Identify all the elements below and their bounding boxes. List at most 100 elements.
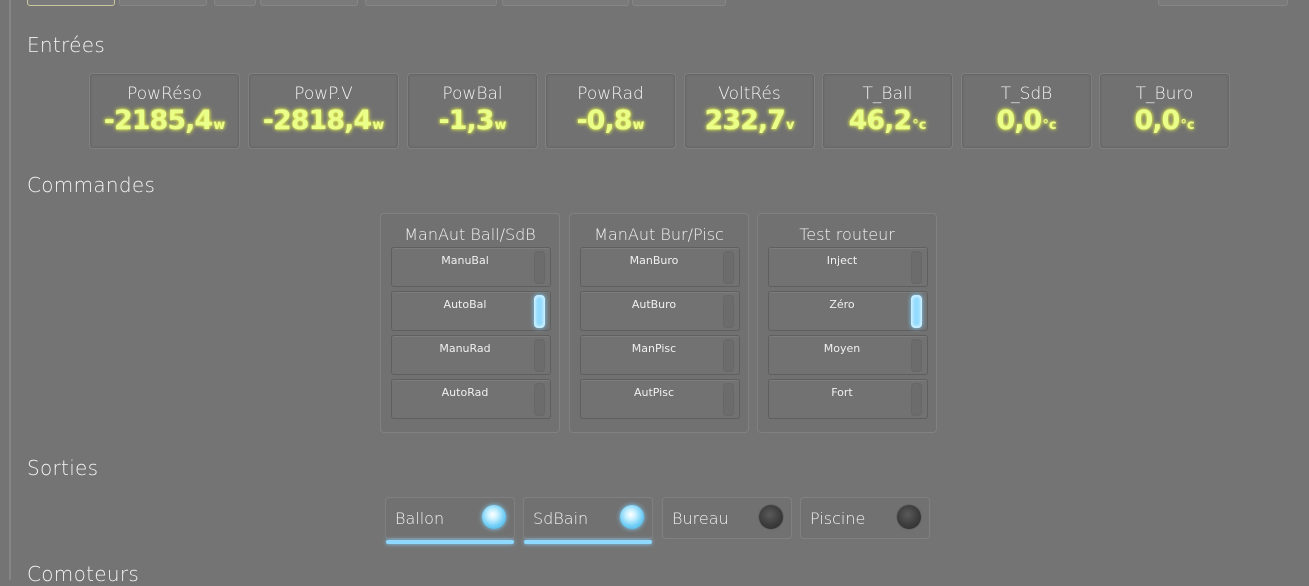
gauge-powreso: PowRéso -2185,4w bbox=[89, 73, 240, 149]
gauge-label: PowRéso bbox=[127, 84, 202, 104]
output-label: SdBain bbox=[533, 509, 589, 528]
gauge-powbal: PowBal -1,3w bbox=[407, 73, 538, 149]
command-button-autburo[interactable]: AutBuro bbox=[580, 291, 740, 331]
command-button-label: ManuBal bbox=[441, 254, 489, 267]
section-title-inputs: Entrées bbox=[27, 33, 106, 57]
gauge-value: -1,3w bbox=[438, 105, 507, 136]
gauge-powrad: PowRad -0,8w bbox=[545, 73, 676, 149]
gauge-t-ball: T_Ball 46,2°c bbox=[822, 73, 953, 149]
command-button-inject[interactable]: Inject bbox=[768, 247, 928, 287]
output-toggle-ballon[interactable]: Ballon bbox=[385, 497, 515, 544]
command-button-label: Inject bbox=[826, 254, 858, 267]
status-led-icon bbox=[620, 505, 644, 529]
output-toggle-bureau[interactable]: Bureau bbox=[662, 497, 792, 539]
status-led-icon bbox=[897, 505, 921, 529]
top-nav-button[interactable] bbox=[502, 0, 629, 6]
gauge-label: PowBal bbox=[442, 84, 503, 104]
indicator-light bbox=[911, 383, 922, 416]
command-button-label: ManBuro bbox=[629, 254, 679, 267]
top-nav-button[interactable] bbox=[27, 0, 115, 6]
active-underline bbox=[386, 540, 514, 544]
command-button-label: AutoRad bbox=[441, 386, 489, 399]
top-nav-button[interactable] bbox=[119, 0, 207, 6]
gauge-value: -2818,4w bbox=[262, 105, 385, 136]
gauge-voltres: VoltRés 232,7v bbox=[684, 73, 815, 149]
indicator-light bbox=[723, 251, 734, 284]
top-nav-button[interactable] bbox=[365, 0, 497, 6]
output-toggle-sdbain[interactable]: SdBain bbox=[523, 497, 653, 544]
top-nav-button[interactable] bbox=[1158, 0, 1288, 6]
output-label: Ballon bbox=[395, 509, 445, 528]
indicator-light bbox=[534, 339, 545, 372]
top-nav-button[interactable] bbox=[214, 0, 256, 6]
gauge-unit: v bbox=[785, 118, 795, 133]
command-button-manpisc[interactable]: ManPisc bbox=[580, 335, 740, 375]
command-button-fort[interactable]: Fort bbox=[768, 379, 928, 419]
command-button-label: AutBuro bbox=[631, 298, 677, 311]
command-button-autpisc[interactable]: AutPisc bbox=[580, 379, 740, 419]
gauge-value: -2185,4w bbox=[103, 105, 226, 136]
command-button-manurad[interactable]: ManuRad bbox=[391, 335, 551, 375]
command-button-label: AutoBal bbox=[443, 298, 487, 311]
gauge-label: PowRad bbox=[577, 84, 644, 104]
indicator-light bbox=[911, 251, 922, 284]
gauge-value: 46,2°c bbox=[848, 105, 927, 136]
command-group-test-routeur: Test routeur Inject Zéro Moyen Fort bbox=[757, 213, 937, 433]
command-button-label: Fort bbox=[831, 386, 853, 399]
active-underline bbox=[524, 540, 652, 544]
indicator-light bbox=[911, 295, 922, 328]
command-button-label: ManuRad bbox=[439, 342, 491, 355]
command-button-label: ManPisc bbox=[631, 342, 677, 355]
gauge-value: -0,8w bbox=[576, 105, 645, 136]
section-title-outputs: Sorties bbox=[27, 456, 99, 480]
indicator-light bbox=[534, 383, 545, 416]
gauge-value: 232,7v bbox=[704, 105, 795, 136]
command-button-moyen[interactable]: Moyen bbox=[768, 335, 928, 375]
command-button-autorad[interactable]: AutoRad bbox=[391, 379, 551, 419]
command-button-manubal[interactable]: ManuBal bbox=[391, 247, 551, 287]
gauge-label: VoltRés bbox=[718, 84, 781, 104]
command-button-label: Zéro bbox=[829, 298, 855, 311]
indicator-light bbox=[534, 251, 545, 284]
status-led-icon bbox=[759, 505, 783, 529]
left-border bbox=[9, 0, 11, 580]
gauge-label: T_Ball bbox=[862, 84, 913, 104]
section-title-meters: Comoteurs bbox=[27, 562, 140, 586]
indicator-light bbox=[723, 339, 734, 372]
gauge-unit: °c bbox=[1042, 118, 1057, 133]
command-group-bur-pisc: ManAut Bur/Pisc ManBuro AutBuro ManPisc … bbox=[569, 213, 749, 433]
gauge-unit: °c bbox=[1180, 118, 1195, 133]
gauge-value: 0,0°c bbox=[996, 105, 1057, 136]
gauge-label: PowP.V bbox=[294, 84, 353, 104]
gauge-t-buro: T_Buro 0,0°c bbox=[1099, 73, 1230, 149]
section-title-commands: Commandes bbox=[27, 173, 156, 197]
command-group-ball-sdb: ManAut Ball/SdB ManuBal AutoBal ManuRad … bbox=[380, 213, 560, 433]
output-label: Piscine bbox=[810, 509, 866, 528]
command-button-manburo[interactable]: ManBuro bbox=[580, 247, 740, 287]
indicator-light bbox=[534, 295, 545, 328]
indicator-light bbox=[911, 339, 922, 372]
command-group-title: ManAut Bur/Pisc bbox=[594, 225, 724, 244]
output-toggle-piscine[interactable]: Piscine bbox=[800, 497, 930, 539]
gauge-unit: °c bbox=[912, 118, 927, 133]
command-group-title: Test routeur bbox=[799, 225, 895, 244]
gauge-value: 0,0°c bbox=[1134, 105, 1195, 136]
command-group-title: ManAut Ball/SdB bbox=[404, 225, 536, 244]
command-button-label: AutPisc bbox=[633, 386, 675, 399]
command-button-autobal[interactable]: AutoBal bbox=[391, 291, 551, 331]
gauge-label: T_SdB bbox=[1000, 84, 1053, 104]
gauge-t-sdb: T_SdB 0,0°c bbox=[961, 73, 1092, 149]
gauge-unit: w bbox=[372, 118, 385, 133]
gauge-label: T_Buro bbox=[1135, 84, 1194, 104]
command-button-zero[interactable]: Zéro bbox=[768, 291, 928, 331]
top-nav-button[interactable] bbox=[260, 0, 358, 6]
command-button-label: Moyen bbox=[823, 342, 861, 355]
gauge-powpv: PowP.V -2818,4w bbox=[248, 73, 399, 149]
gauge-unit: w bbox=[494, 118, 507, 133]
indicator-light bbox=[723, 295, 734, 328]
indicator-light bbox=[723, 383, 734, 416]
gauge-unit: w bbox=[632, 118, 645, 133]
gauge-unit: w bbox=[213, 118, 226, 133]
top-nav-button[interactable] bbox=[632, 0, 726, 6]
output-label: Bureau bbox=[672, 509, 729, 528]
